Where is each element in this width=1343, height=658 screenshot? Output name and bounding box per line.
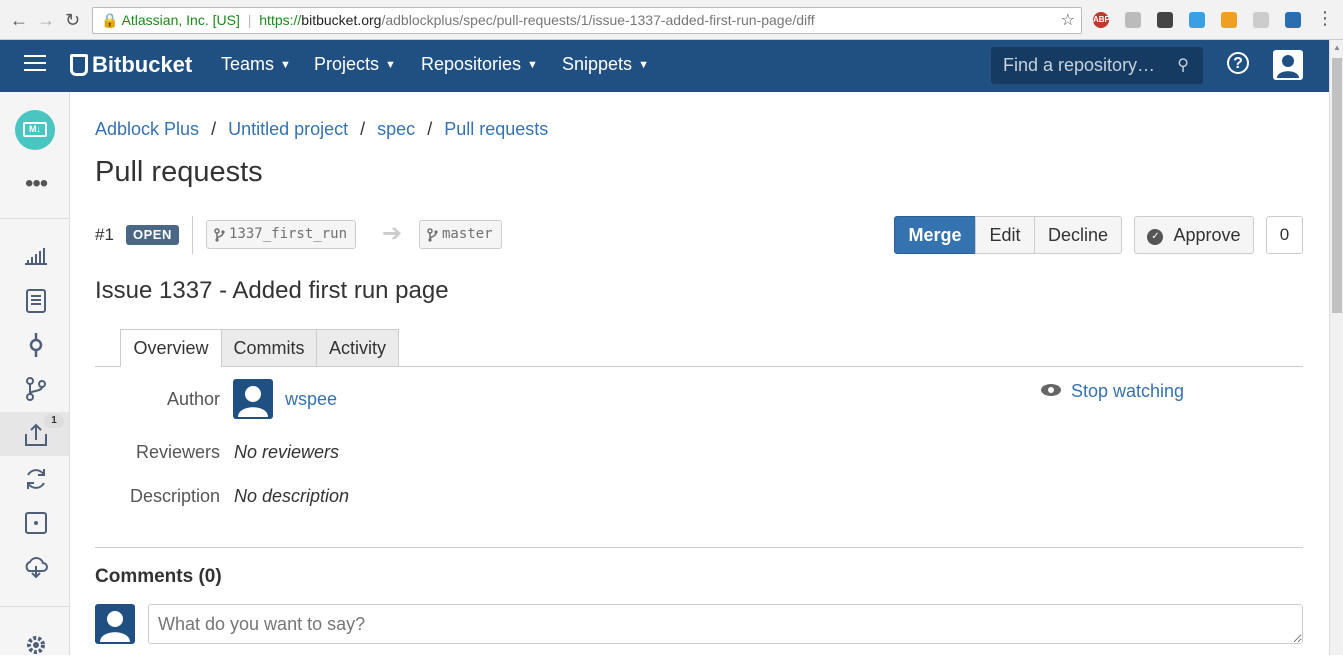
search-placeholder: Find a repository…	[1003, 55, 1156, 75]
comment-input[interactable]	[148, 604, 1303, 644]
nav-projects-label: Projects	[314, 54, 380, 74]
pull-request-title: Issue 1337 - Added first run page	[95, 277, 449, 304]
author-name-link[interactable]: wspee	[285, 389, 337, 410]
page-scrollbar[interactable]: ▲	[1329, 40, 1343, 655]
nav-teams[interactable]: Teams ▼	[221, 54, 291, 75]
browser-toolbar: ← → ↻ 🔒 Atlassian, Inc. [US] | https://b…	[0, 0, 1343, 40]
back-arrow-icon[interactable]: ←	[10, 10, 28, 30]
stop-watching-label: Stop watching	[1071, 381, 1185, 401]
pull-request-number: #1	[95, 225, 114, 244]
adblock-extension-icon[interactable]: ABP	[1093, 12, 1110, 28]
status-badge: OPEN	[126, 225, 179, 245]
destination-branch[interactable]: master	[419, 220, 502, 249]
url-protocol: https://	[259, 12, 302, 28]
source-branch-name: 1337_first_run	[229, 226, 348, 242]
description-label: Description	[129, 486, 220, 506]
nav-snippets-label: Snippets	[562, 54, 633, 74]
downloads-cloud-icon[interactable]	[23, 554, 49, 580]
user-avatar[interactable]	[1273, 50, 1303, 80]
forward-arrow-icon[interactable]: →	[37, 10, 55, 30]
chevron-down-icon: ▼	[638, 59, 649, 71]
approve-button[interactable]: ✓ Approve	[1134, 216, 1254, 254]
nav-repositories[interactable]: Repositories ▼	[421, 54, 538, 75]
markdown-icon: M↓	[23, 122, 47, 137]
tab-overview[interactable]: Overview	[120, 329, 222, 367]
security-label: Atlassian, Inc. [US]	[121, 12, 240, 28]
breadcrumb-project[interactable]: Untitled project	[228, 119, 348, 139]
check-icon: ✓	[1147, 229, 1164, 245]
edit-button[interactable]: Edit	[975, 216, 1035, 254]
branch-icon	[214, 228, 225, 242]
search-icon: ⚲	[1177, 57, 1189, 74]
issues-icon[interactable]	[23, 510, 49, 536]
source-branch[interactable]: 1337_first_run	[206, 220, 357, 249]
author-label: Author	[166, 389, 220, 409]
arrow-right-icon: ➔	[382, 220, 403, 247]
bucket-icon	[70, 54, 88, 76]
chevron-down-icon: ▼	[280, 59, 291, 71]
stop-watching-link[interactable]: Stop watching	[1041, 381, 1184, 402]
url-path: /adblockplus/spec/pull-requests/1/issue-…	[381, 12, 815, 28]
scrollbar-thumb[interactable]	[1332, 58, 1342, 313]
scroll-up-icon[interactable]: ▲	[1333, 43, 1341, 52]
breadcrumb-pull-requests[interactable]: Pull requests	[444, 119, 548, 139]
badge-extension-icon[interactable]	[1221, 12, 1237, 28]
breadcrumb: Adblock Plus / Untitled project / spec / Pull …	[95, 119, 549, 139]
browser-menu-icon[interactable]: ⋮	[1316, 8, 1334, 28]
reviewers-value: No reviewers	[234, 442, 340, 462]
shield-extension-icon[interactable]	[1157, 12, 1173, 28]
branches-icon[interactable]	[23, 376, 49, 402]
address-bar[interactable]: 🔒 Atlassian, Inc. [US] | https://bitbuck…	[92, 7, 1082, 34]
more-icon[interactable]: •••	[25, 172, 48, 196]
destination-branch-name: master	[442, 226, 493, 242]
commits-icon[interactable]	[23, 332, 49, 358]
repository-search-input[interactable]: Find a repository… ⚲	[991, 47, 1203, 84]
nav-snippets[interactable]: Snippets ▼	[562, 54, 649, 75]
sync-extension-icon[interactable]	[1125, 12, 1141, 28]
url-host: bitbucket.org	[301, 12, 382, 28]
breadcrumb-adblock-plus[interactable]: Adblock Plus	[95, 119, 199, 139]
decline-button[interactable]: Decline	[1034, 216, 1122, 254]
page-title: Pull requests	[95, 156, 263, 188]
blank-extension-icon[interactable]	[1253, 12, 1269, 28]
reviewers-label: Reviewers	[135, 442, 220, 462]
reload-icon[interactable]: ↻	[65, 10, 80, 30]
description-value: No description	[234, 486, 350, 506]
commenter-avatar	[95, 604, 135, 644]
nav-repositories-label: Repositories	[421, 54, 522, 74]
pull-requests-count-badge: 1	[44, 414, 64, 428]
merge-button[interactable]: Merge	[894, 216, 976, 254]
help-icon[interactable]: ?	[1227, 52, 1249, 74]
bi-extension-icon[interactable]	[1285, 12, 1301, 28]
nav-projects[interactable]: Projects ▼	[314, 54, 396, 75]
comments-heading: Comments (0)	[95, 566, 222, 587]
hamburger-menu-icon[interactable]	[24, 55, 46, 73]
bookmark-star-icon[interactable]: ☆	[1061, 8, 1075, 33]
tab-commits[interactable]: Commits	[221, 329, 317, 367]
approvals-count: 0	[1266, 216, 1303, 254]
chevron-down-icon: ▼	[385, 59, 396, 71]
source-document-icon[interactable]	[23, 288, 49, 314]
pipelines-sync-icon[interactable]	[23, 466, 49, 492]
branch-icon	[427, 228, 438, 242]
settings-gear-icon[interactable]	[23, 632, 49, 658]
top-navigation: Bitbucket Teams ▼ Projects ▼ Repositories ▼…	[0, 40, 1329, 92]
overview-chart-icon[interactable]	[23, 242, 49, 268]
bitbucket-logo[interactable]: Bitbucket	[70, 52, 192, 78]
repository-sidebar: M↓ ••• 1	[0, 92, 70, 655]
logo-text: Bitbucket	[92, 52, 193, 77]
author-avatar[interactable]	[233, 379, 273, 419]
breadcrumb-repository[interactable]: spec	[377, 119, 415, 139]
bird-extension-icon[interactable]	[1189, 12, 1205, 28]
repository-avatar[interactable]: M↓	[15, 110, 55, 150]
tab-activity[interactable]: Activity	[316, 329, 399, 367]
nav-teams-label: Teams	[221, 54, 275, 74]
eye-icon	[1041, 384, 1061, 396]
approve-label: Approve	[1173, 225, 1241, 245]
chevron-down-icon: ▼	[527, 59, 538, 71]
lock-icon: 🔒	[101, 12, 119, 28]
